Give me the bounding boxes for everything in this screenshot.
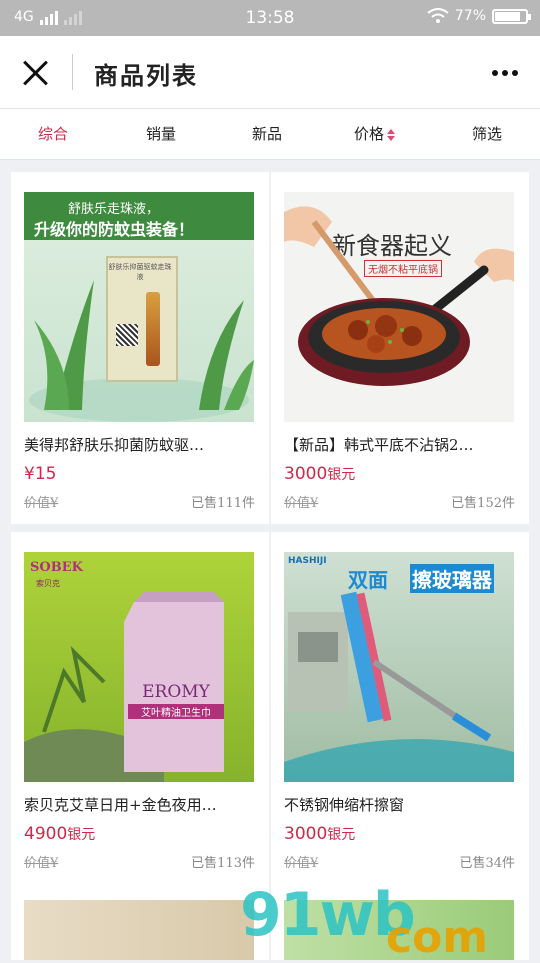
product-price: 4900银元 bbox=[24, 824, 95, 844]
original-price: 价值¥ bbox=[24, 496, 59, 511]
sort-arrows-icon bbox=[387, 129, 396, 141]
status-right: 77% bbox=[427, 8, 531, 24]
sold-count: 已售113件 bbox=[191, 856, 255, 871]
close-icon[interactable] bbox=[22, 60, 48, 86]
product-name: 索贝克艾草日用+金色夜用… bbox=[24, 796, 217, 814]
product-card[interactable]: 新食器起义 无烟不粘平底锅 【新品】韩式平底不沾锅2… 3000银元 价值¥ 已… bbox=[271, 172, 529, 524]
tab-new[interactable]: 新品 bbox=[252, 123, 282, 144]
tab-sales[interactable]: 销量 bbox=[146, 123, 176, 144]
status-bar: 4G 13:58 77% bbox=[0, 0, 540, 36]
product-image bbox=[24, 900, 254, 960]
sort-tabs: 综合 销量 新品 价格 筛选 bbox=[0, 109, 540, 160]
price-value: 4900 bbox=[24, 824, 68, 844]
more-options-icon[interactable] bbox=[492, 70, 518, 76]
app-header: 商品列表 bbox=[0, 36, 540, 109]
product-name: 不锈钢伸缩杆擦窗 bbox=[284, 796, 405, 814]
image-banner-bottom: 升级你的防蚊虫装备！ bbox=[34, 220, 195, 239]
price-unit: 银元 bbox=[327, 467, 356, 483]
package-brand: EROMY bbox=[142, 682, 210, 702]
tab-price-label: 价格 bbox=[354, 125, 385, 143]
product-card[interactable]: SOBEK 索贝克 EROMY 艾叶精油卫生巾 索贝克艾草日用+金色夜用… 49… bbox=[11, 532, 269, 884]
roller-bottle bbox=[146, 292, 160, 366]
product-image: HASHIJI 双面 擦玻璃器 bbox=[284, 552, 514, 782]
tab-overall[interactable]: 综合 bbox=[38, 123, 68, 144]
product-price: 3000银元 bbox=[284, 464, 355, 484]
original-price: 价值¥ bbox=[284, 856, 319, 871]
original-price: 价值¥ bbox=[284, 496, 319, 511]
battery-percent: 77% bbox=[454, 8, 486, 24]
product-card[interactable] bbox=[11, 880, 269, 960]
product-image: SOBEK 索贝克 EROMY 艾叶精油卫生巾 bbox=[24, 552, 254, 782]
price-value: ¥15 bbox=[24, 464, 57, 484]
sold-count: 已售34件 bbox=[459, 856, 515, 871]
product-card[interactable]: HASHIJI 双面 擦玻璃器 不锈钢伸缩杆擦窗 3000银元 价值¥ 已售34… bbox=[271, 532, 529, 884]
window-wiper-illustration bbox=[284, 591, 514, 782]
tab-filter[interactable]: 筛选 bbox=[472, 123, 502, 144]
tab-price[interactable]: 价格 bbox=[354, 123, 396, 144]
battery-icon bbox=[492, 8, 531, 24]
package-label: 舒肤乐抑菌驱蚊走珠液 bbox=[108, 263, 172, 281]
product-price: 3000银元 bbox=[284, 824, 355, 844]
product-card[interactable]: 舒肤乐走珠液， 升级你的防蚊虫装备！ 舒肤乐抑菌驱蚊走珠液 美得邦舒肤乐抑菌防蚊… bbox=[11, 172, 269, 524]
package-brand-cn: 艾叶精油卫生巾 bbox=[128, 704, 224, 719]
price-unit: 银元 bbox=[327, 827, 356, 843]
herb-illustration bbox=[24, 592, 224, 782]
image-banner-top: 舒肤乐走珠液， bbox=[68, 202, 160, 217]
qr-code bbox=[116, 324, 138, 346]
sold-count: 已售111件 bbox=[191, 496, 255, 511]
frying-pan-illustration bbox=[284, 206, 514, 386]
price-value: 3000 bbox=[284, 464, 328, 484]
original-price: 价值¥ bbox=[24, 856, 59, 871]
sold-count: 已售152件 bbox=[451, 496, 515, 511]
watermark-logo-suffix: com bbox=[386, 912, 489, 963]
wifi-icon bbox=[427, 8, 449, 23]
product-name: 美得邦舒肤乐抑菌防蚊驱… bbox=[24, 436, 205, 454]
price-unit: 银元 bbox=[67, 827, 96, 843]
product-image: 舒肤乐走珠液， 升级你的防蚊虫装备！ 舒肤乐抑菌驱蚊走珠液 bbox=[24, 192, 254, 422]
page-title: 商品列表 bbox=[94, 61, 198, 90]
product-name: 【新品】韩式平底不沾锅2… bbox=[284, 436, 474, 454]
product-image: 新食器起义 无烟不粘平底锅 bbox=[284, 192, 514, 422]
product-price: ¥15 bbox=[24, 464, 56, 484]
header-divider bbox=[72, 54, 73, 90]
price-value: 3000 bbox=[284, 824, 328, 844]
